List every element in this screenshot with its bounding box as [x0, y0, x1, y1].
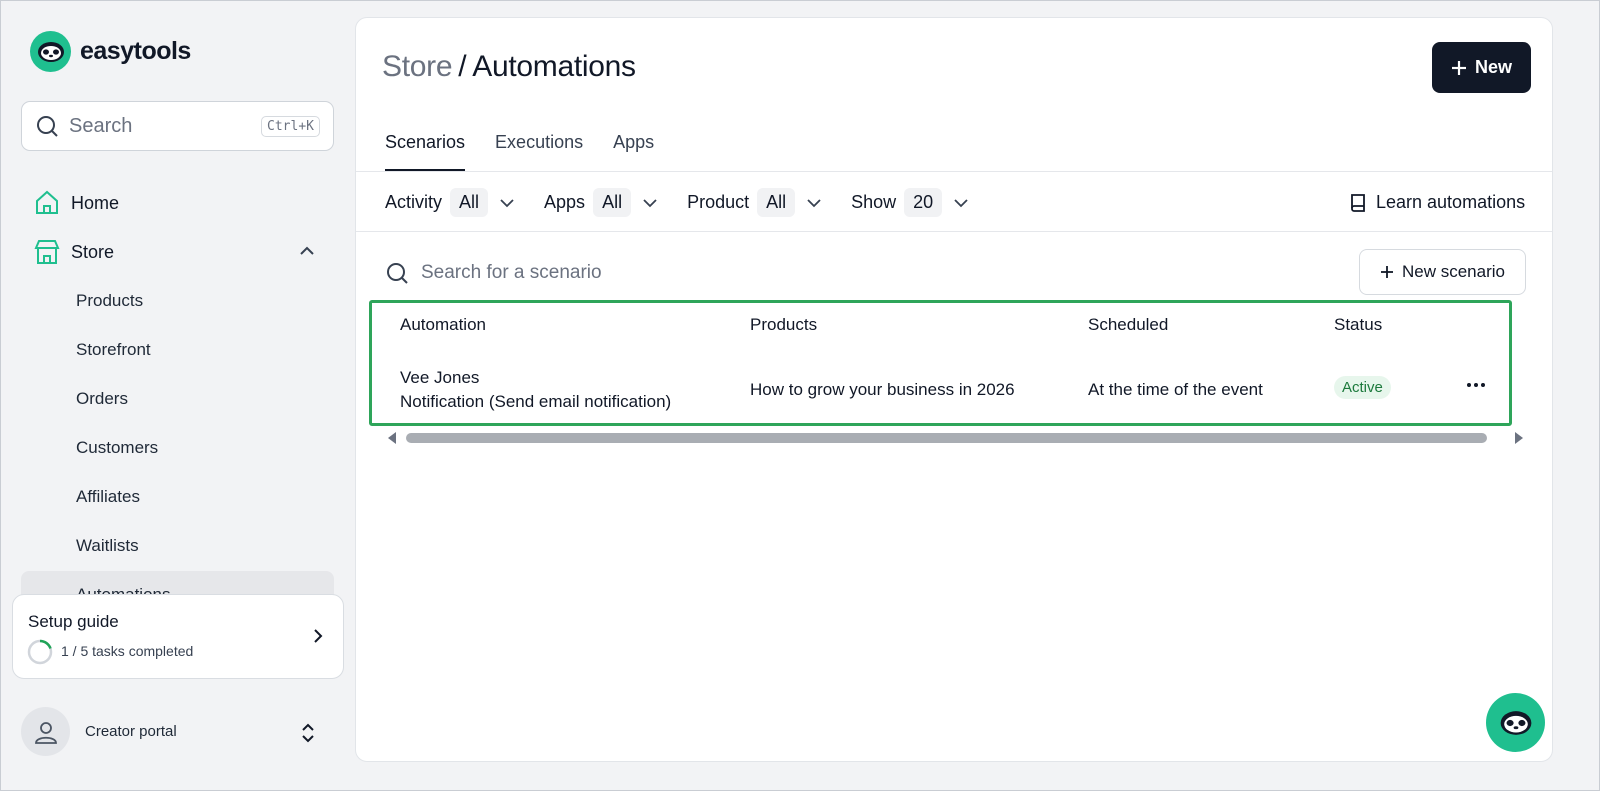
filter-value: 20 [904, 188, 943, 217]
chevron-down-icon [805, 194, 823, 212]
brand-name: easytools [80, 37, 191, 65]
sidebar: easytools Search Ctrl+K Home Store Produ… [1, 1, 355, 791]
new-scenario-label: New scenario [1402, 262, 1505, 281]
breadcrumb-current: Automations [472, 50, 636, 83]
more-options-icon[interactable] [1467, 383, 1485, 387]
column-header-automation[interactable]: Automation [400, 315, 486, 335]
page-title: Store / Automations [382, 50, 636, 84]
automation-product: How to grow your business in 2026 [750, 380, 1015, 399]
sidebar-item-store[interactable]: Store [33, 238, 114, 266]
chevron-right-icon [314, 629, 323, 643]
store-icon [34, 240, 60, 264]
filter-label: Show [851, 192, 897, 212]
automation-description: Notification (Send email notification) [400, 392, 672, 411]
scroll-right-arrow-icon[interactable] [1515, 432, 1523, 444]
filter-product[interactable]: Product All [687, 188, 823, 217]
scenario-search-placeholder: Search for a scenario [421, 262, 602, 283]
sidebar-item-home[interactable]: Home [33, 189, 119, 217]
chat-support-button[interactable] [1486, 693, 1545, 752]
sidebar-search[interactable]: Search Ctrl+K [21, 101, 334, 151]
filter-show[interactable]: Show 20 [851, 188, 970, 217]
filter-bar: Activity All Apps All Product All Show 2… [385, 188, 998, 217]
scroll-left-arrow-icon[interactable] [388, 432, 396, 444]
search-placeholder: Search [69, 114, 133, 137]
scenario-search-input[interactable]: Search for a scenario [385, 261, 602, 285]
sidebar-item-customers[interactable]: Customers [76, 438, 158, 458]
breadcrumb-separator: / [458, 50, 467, 83]
sidebar-item-waitlists[interactable]: Waitlists [76, 536, 139, 556]
scrollbar-thumb[interactable] [406, 433, 1487, 443]
status-badge: Active [1334, 376, 1391, 399]
horizontal-scrollbar[interactable] [388, 430, 1523, 444]
avatar [21, 707, 70, 756]
column-header-status[interactable]: Status [1334, 315, 1382, 335]
book-icon [1351, 193, 1365, 212]
learn-automations-link[interactable]: Learn automations [1349, 192, 1525, 213]
tab-executions[interactable]: Executions [495, 132, 583, 171]
setup-guide-title: Setup guide [28, 612, 119, 631]
sidebar-item-label: Home [71, 192, 120, 213]
filter-value: All [450, 188, 489, 217]
filter-activity[interactable]: Activity All [385, 188, 516, 217]
chevron-up-icon[interactable] [297, 241, 317, 261]
search-icon [37, 116, 58, 137]
sidebar-item-orders[interactable]: Orders [76, 389, 128, 409]
chevron-down-icon [952, 194, 970, 212]
learn-automations-label: Learn automations [1376, 192, 1526, 212]
user-icon [34, 721, 57, 744]
column-header-products[interactable]: Products [750, 315, 817, 335]
sloth-chat-icon [1500, 710, 1531, 735]
filter-value: All [593, 188, 632, 217]
sidebar-item-label: Store [71, 241, 115, 262]
sidebar-item-storefront[interactable]: Storefront [76, 340, 151, 360]
new-button[interactable]: New [1432, 42, 1531, 93]
chevron-down-icon [498, 194, 516, 212]
divider [356, 231, 1552, 232]
search-shortcut: Ctrl+K [261, 115, 320, 137]
plus-icon [1381, 266, 1393, 278]
setup-guide-progress: 1 / 5 tasks completed [61, 643, 194, 659]
filter-label: Activity [385, 192, 443, 212]
scenarios-table: Automation Products Scheduled Status Vee… [369, 300, 1512, 426]
progress-ring-icon [27, 639, 53, 665]
tab-apps[interactable]: Apps [613, 132, 654, 171]
filter-value: All [757, 188, 796, 217]
filter-label: Apps [544, 192, 586, 212]
home-icon [36, 190, 58, 214]
chevron-updown-icon[interactable] [298, 721, 318, 745]
search-icon [387, 263, 408, 284]
filter-apps[interactable]: Apps All [544, 188, 659, 217]
tab-scenarios[interactable]: Scenarios [385, 132, 466, 171]
creator-portal-label: Creator portal [85, 723, 177, 740]
creator-portal-switcher[interactable]: Creator portal [21, 707, 177, 756]
sidebar-item-affiliates[interactable]: Affiliates [76, 487, 140, 507]
breadcrumb-store[interactable]: Store [382, 50, 453, 83]
divider [356, 171, 1552, 172]
main-panel: Store / Automations New Scenarios Executio… [355, 17, 1553, 762]
sidebar-item-products[interactable]: Products [76, 291, 143, 311]
tabs: Scenarios Executions Apps [385, 132, 654, 171]
plus-icon [1451, 60, 1466, 75]
logo[interactable]: easytools [30, 31, 191, 72]
sloth-logo-icon [30, 31, 71, 72]
automation-scheduled: At the time of the event [1088, 380, 1263, 399]
setup-guide-card[interactable]: Setup guide 1 / 5 tasks completed [12, 594, 344, 679]
chevron-down-icon [641, 194, 659, 212]
new-button-label: New [1474, 57, 1512, 77]
column-header-scheduled[interactable]: Scheduled [1088, 315, 1168, 335]
filter-label: Product [687, 192, 750, 212]
new-scenario-button[interactable]: New scenario [1359, 249, 1526, 295]
automation-name[interactable]: Vee Jones [400, 368, 479, 388]
